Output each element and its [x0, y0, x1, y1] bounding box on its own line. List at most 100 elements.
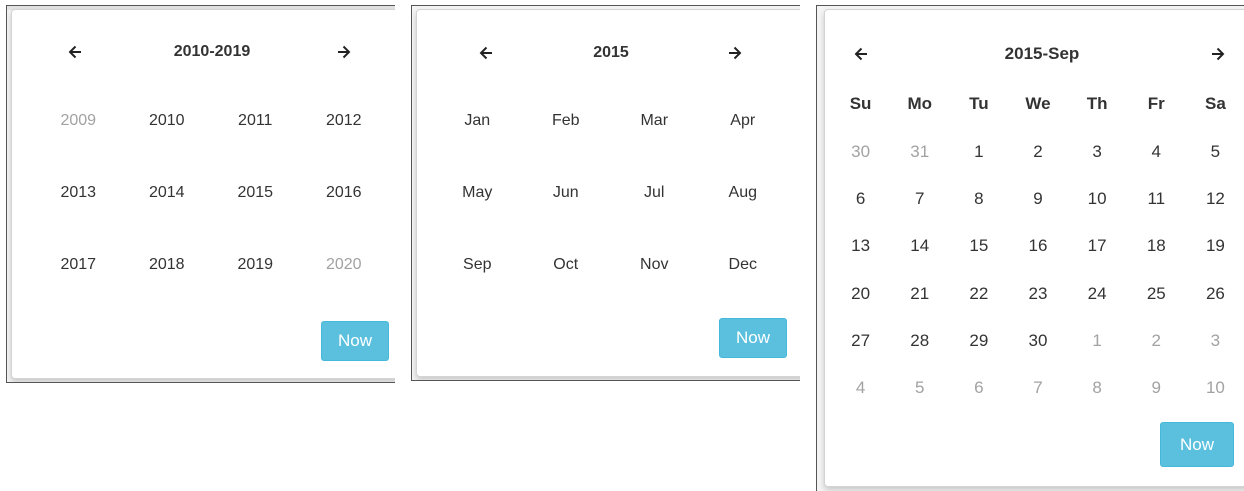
year-next-button[interactable] [717, 38, 753, 68]
day-cell[interactable]: 15 [949, 223, 1008, 270]
day-cell[interactable]: 22 [949, 270, 1008, 317]
year-cell[interactable]: 2011 [211, 85, 300, 157]
year-cell[interactable]: 2019 [211, 229, 300, 301]
month-prev-button[interactable] [843, 39, 879, 69]
day-cell[interactable]: 2 [1008, 128, 1067, 175]
day-cell[interactable]: 9 [1008, 175, 1067, 222]
day-cell[interactable]: 27 [831, 317, 890, 364]
weekday-label: Sa [1205, 94, 1226, 113]
day-cell[interactable]: 5 [890, 365, 949, 412]
month-cell[interactable]: Aug [699, 157, 788, 229]
month-grid: Jan Feb Mar Apr May Jun Jul Aug Sep Oct Nov Dec [433, 85, 787, 301]
day-cell[interactable]: 9 [1127, 365, 1186, 412]
day-cell[interactable]: 8 [949, 175, 1008, 222]
month-picker-header: 2015-Sep [825, 39, 1244, 69]
year-picker: 2015 Jan Feb Mar Apr May Jun Jul Aug Sep Oct Nov De… [416, 9, 800, 377]
year-title[interactable]: 2015 [511, 38, 711, 68]
day-cell[interactable]: 1 [949, 128, 1008, 175]
day-cell[interactable]: 4 [831, 365, 890, 412]
day-cell[interactable]: 25 [1127, 270, 1186, 317]
day-cell[interactable]: 4 [1127, 128, 1186, 175]
day-cell[interactable]: 1 [1068, 317, 1127, 364]
day-cell[interactable]: 6 [949, 365, 1008, 412]
day-cell[interactable]: 7 [890, 175, 949, 222]
day-cell[interactable]: 19 [1186, 223, 1244, 270]
day-cell[interactable]: 26 [1186, 270, 1244, 317]
day-cell[interactable]: 31 [890, 128, 949, 175]
year-cell[interactable]: 2020 [300, 229, 389, 301]
arrow-left-icon [479, 46, 492, 60]
decade-next-button[interactable] [326, 37, 362, 67]
day-cell[interactable]: 6 [831, 175, 890, 222]
month-cell[interactable]: Dec [699, 229, 788, 301]
day-cell[interactable]: 21 [890, 270, 949, 317]
month-cell[interactable]: Jun [522, 157, 611, 229]
month-title[interactable]: 2015-Sep [942, 39, 1142, 69]
year-cell[interactable]: 2017 [34, 229, 123, 301]
day-cell[interactable]: 30 [1008, 317, 1067, 364]
year-cell[interactable]: 2014 [123, 157, 212, 229]
year-prev-button[interactable] [468, 38, 504, 68]
day-cell[interactable]: 28 [890, 317, 949, 364]
day-cell[interactable]: 10 [1186, 365, 1244, 412]
decade-title[interactable]: 2010-2019 [112, 37, 312, 67]
arrow-right-icon [338, 45, 351, 59]
day-cell[interactable]: 23 [1008, 270, 1067, 317]
day-cell[interactable]: 18 [1127, 223, 1186, 270]
year-cell[interactable]: 2016 [300, 157, 389, 229]
day-cell[interactable]: 14 [890, 223, 949, 270]
month-cell[interactable]: Mar [610, 85, 699, 157]
now-button[interactable]: Now [1160, 422, 1234, 467]
day-cell[interactable]: 2 [1127, 317, 1186, 364]
month-cell[interactable]: Jan [433, 85, 522, 157]
arrow-right-icon [1212, 47, 1225, 61]
month-cell[interactable]: Jul [610, 157, 699, 229]
decade-picker-frame: 2010-2019 2009 2010 2011 2012 2013 2014 2015 20… [6, 5, 395, 383]
day-cell[interactable]: 29 [949, 317, 1008, 364]
day-cell[interactable]: 13 [831, 223, 890, 270]
now-button[interactable]: Now [321, 321, 389, 361]
year-cell[interactable]: 2013 [34, 157, 123, 229]
day-cell[interactable]: 11 [1127, 175, 1186, 222]
month-cell[interactable]: Nov [610, 229, 699, 301]
day-cell[interactable]: 24 [1068, 270, 1127, 317]
decade-prev-button[interactable] [57, 37, 93, 67]
day-cell[interactable]: 5 [1186, 128, 1244, 175]
day-cell[interactable]: 3 [1068, 128, 1127, 175]
day-cell[interactable]: 12 [1186, 175, 1244, 222]
year-grid: 2009 2010 2011 2012 2013 2014 2015 2016 2017 2018… [34, 85, 388, 301]
day-grid: 30 31 1 2 3 4 5 6 7 8 9 10 11 12 13 14 15 16 17 18 19 20 21 22 2… [831, 128, 1244, 412]
year-picker-header: 2015 [417, 38, 800, 68]
month-cell[interactable]: Oct [522, 229, 611, 301]
decade-picker-header: 2010-2019 [12, 37, 395, 67]
year-cell[interactable]: 2015 [211, 157, 300, 229]
day-cell[interactable]: 20 [831, 270, 890, 317]
month-cell[interactable]: Apr [699, 85, 788, 157]
day-cell[interactable]: 8 [1068, 365, 1127, 412]
year-cell[interactable]: 2012 [300, 85, 389, 157]
year-picker-frame: 2015 Jan Feb Mar Apr May Jun Jul Aug Sep Oct Nov De… [411, 5, 800, 381]
day-cell[interactable]: 7 [1008, 365, 1067, 412]
weekday-label: Fr [1147, 94, 1165, 113]
day-cell[interactable]: 3 [1186, 317, 1244, 364]
year-cell[interactable]: 2018 [123, 229, 212, 301]
year-cell[interactable]: 2009 [34, 85, 123, 157]
arrow-left-icon [854, 47, 867, 61]
month-cell[interactable]: Feb [522, 85, 611, 157]
decade-picker: 2010-2019 2009 2010 2011 2012 2013 2014 2015 20… [11, 9, 395, 379]
day-cell[interactable]: 17 [1068, 223, 1127, 270]
month-next-button[interactable] [1200, 39, 1236, 69]
day-cell[interactable]: 30 [831, 128, 890, 175]
day-cell[interactable]: 10 [1068, 175, 1127, 222]
now-button[interactable]: Now [719, 318, 787, 358]
year-cell[interactable]: 2010 [123, 85, 212, 157]
month-picker-frame: 2015-Sep Su Mo Tu We Th Fr Sa 30 31 1 2 3 4 5 6 7 8 9 10 1… [816, 5, 1244, 491]
weekday-label: Su [849, 94, 872, 113]
day-cell[interactable]: 16 [1008, 223, 1067, 270]
month-cell[interactable]: Sep [433, 229, 522, 301]
weekday-label: Tu [969, 94, 989, 113]
weekday-label: Th [1086, 94, 1108, 113]
month-picker: 2015-Sep Su Mo Tu We Th Fr Sa 30 31 1 2 3 4 5 6 7 8 9 10 1… [824, 9, 1244, 487]
month-cell[interactable]: May [433, 157, 522, 229]
weekday-label: We [1025, 94, 1051, 113]
